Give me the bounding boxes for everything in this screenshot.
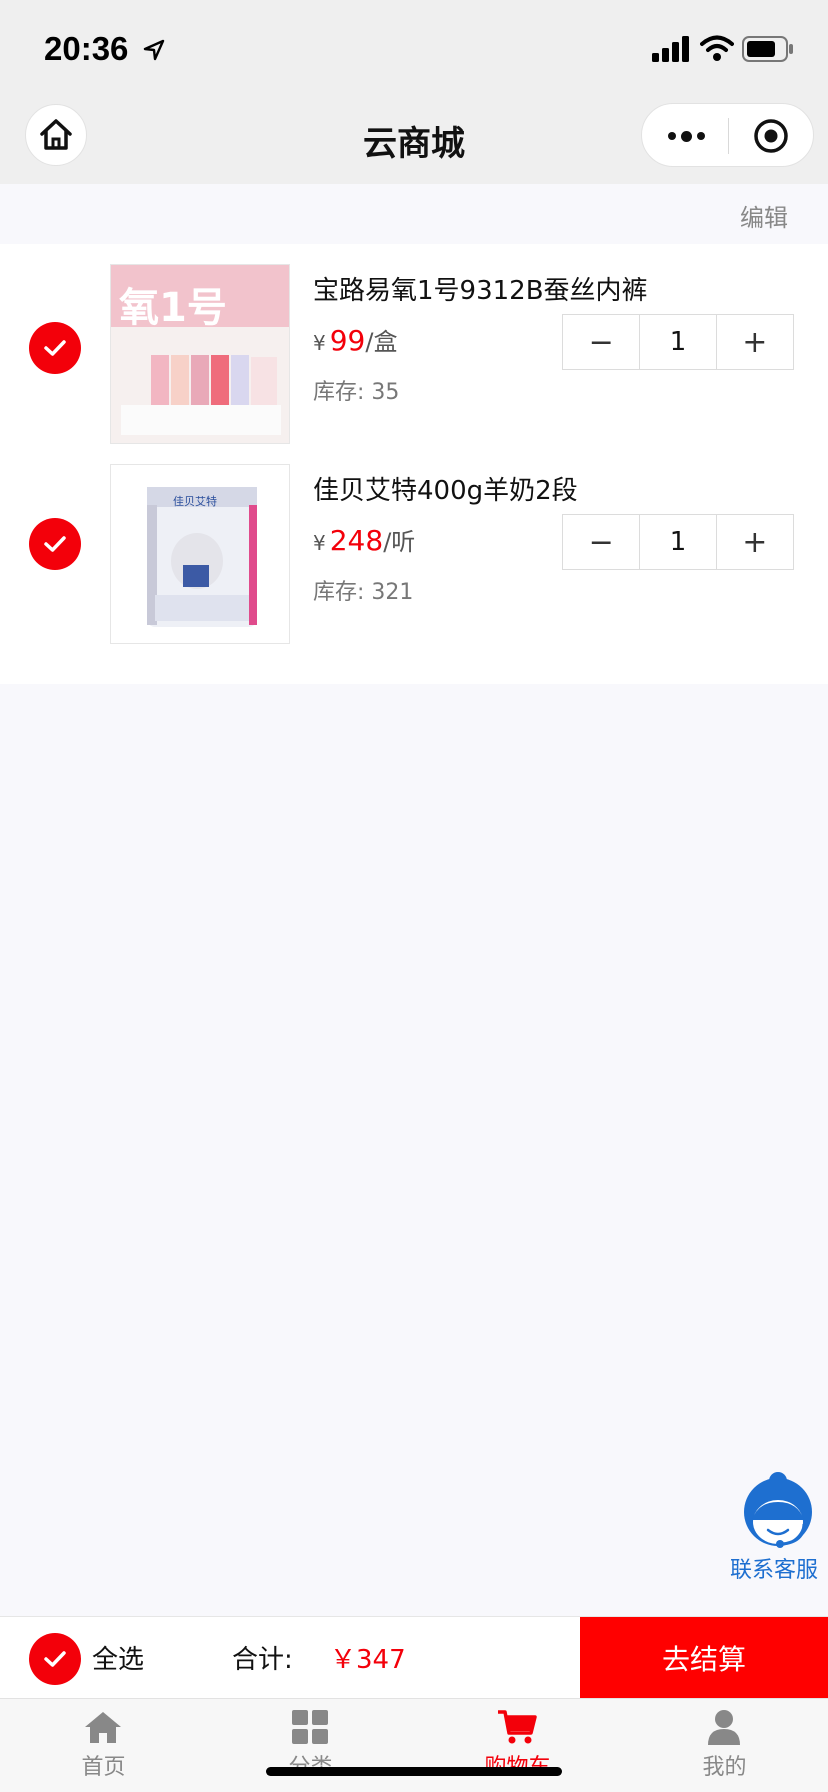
item-checkbox[interactable]	[29, 322, 81, 374]
product-image-text: 佳贝艾特	[173, 495, 217, 508]
tab-cart[interactable]: 购物车	[414, 1699, 621, 1792]
edit-button[interactable]: 编辑	[740, 198, 788, 233]
home-icon	[85, 1712, 121, 1743]
tab-home[interactable]: 首页	[0, 1699, 207, 1792]
tab-label: 我的	[702, 1755, 747, 1780]
price-unit: /盒	[365, 328, 398, 356]
product-name[interactable]: 宝路易氧1号9312B蚕丝内裤	[313, 270, 648, 307]
cart-item: 佳贝艾特 佳贝艾特400g羊奶2段 ¥248/听 库存: 321 − 1 +	[0, 464, 828, 664]
wifi-icon	[700, 35, 734, 61]
status-time: 20:36	[44, 30, 129, 67]
checkout-button[interactable]: 去结算	[580, 1617, 828, 1699]
price-value: 99	[329, 324, 366, 357]
product-image[interactable]: 氧1号	[110, 264, 290, 444]
increase-button[interactable]: +	[717, 515, 793, 569]
product-stock: 库存: 35	[313, 374, 399, 406]
status-bar: 20:36	[0, 0, 828, 100]
customer-service-button[interactable]: 联系客服	[730, 1468, 828, 1588]
price-unit: /听	[383, 528, 416, 556]
more-icon[interactable]	[662, 118, 710, 154]
grid-icon	[292, 1710, 328, 1744]
customer-service-label: 联系客服	[730, 1558, 819, 1583]
quantity-input[interactable]: 1	[639, 315, 717, 369]
tab-category[interactable]: 分类	[207, 1699, 414, 1792]
quantity-stepper: − 1 +	[562, 314, 794, 370]
total-value: ￥347	[330, 1645, 406, 1675]
product-name[interactable]: 佳贝艾特400g羊奶2段	[313, 470, 578, 507]
cart-list: 氧1号 宝路易氧1号9312B蚕丝内裤 ¥99/盒 库存: 35 − 1 + 佳…	[0, 244, 828, 684]
stock-value: 35	[371, 380, 400, 405]
item-checkbox[interactable]	[29, 518, 81, 570]
signal-icon	[652, 36, 689, 62]
increase-button[interactable]: +	[717, 315, 793, 369]
tab-label: 分类	[207, 1749, 414, 1781]
product-image[interactable]: 佳贝艾特	[110, 464, 290, 644]
user-icon	[708, 1710, 740, 1745]
product-stock: 库存: 321	[313, 574, 413, 606]
decrease-button[interactable]: −	[563, 515, 639, 569]
mini-program-capsule	[641, 103, 814, 167]
stock-value: 321	[371, 580, 414, 605]
product-photo-milk-can	[111, 465, 289, 643]
quantity-stepper: − 1 +	[562, 514, 794, 570]
checkmark-icon	[44, 536, 66, 552]
home-indicator	[266, 1767, 562, 1776]
currency-symbol: ¥	[313, 331, 326, 355]
location-arrow-icon	[143, 39, 165, 61]
close-target-icon[interactable]	[752, 117, 790, 155]
capsule-divider	[728, 118, 729, 154]
stock-label: 库存:	[313, 580, 365, 605]
edit-bar: 编辑	[0, 184, 828, 244]
cart-icon	[498, 1710, 537, 1744]
decrease-button[interactable]: −	[563, 315, 639, 369]
tab-profile[interactable]: 我的	[621, 1699, 828, 1792]
nav-bar: 云商城	[0, 100, 828, 184]
total-label: 合计:	[232, 1645, 293, 1675]
currency-symbol: ¥	[313, 531, 326, 555]
tab-bar: 首页 分类 购物车 我的	[0, 1698, 828, 1792]
tab-label: 首页	[81, 1755, 126, 1780]
checkout-bar: 全选 合计: ￥347 去结算	[0, 1616, 828, 1699]
checkmark-icon	[44, 1651, 66, 1667]
tab-label: 购物车	[414, 1749, 621, 1781]
customer-service-icon	[744, 1472, 812, 1548]
quantity-input[interactable]: 1	[639, 515, 717, 569]
checkmark-icon	[44, 340, 66, 356]
price-value: 248	[329, 524, 384, 557]
cart-item: 氧1号 宝路易氧1号9312B蚕丝内裤 ¥99/盒 库存: 35 − 1 +	[0, 244, 828, 444]
product-price: ¥248/听	[313, 522, 415, 557]
battery-icon	[742, 36, 793, 62]
select-all-checkbox[interactable]	[29, 1633, 81, 1685]
product-image-text: 氧1号	[119, 285, 227, 331]
select-all-label[interactable]: 全选	[92, 1639, 144, 1676]
stock-label: 库存:	[313, 380, 365, 405]
product-price: ¥99/盒	[313, 322, 397, 357]
